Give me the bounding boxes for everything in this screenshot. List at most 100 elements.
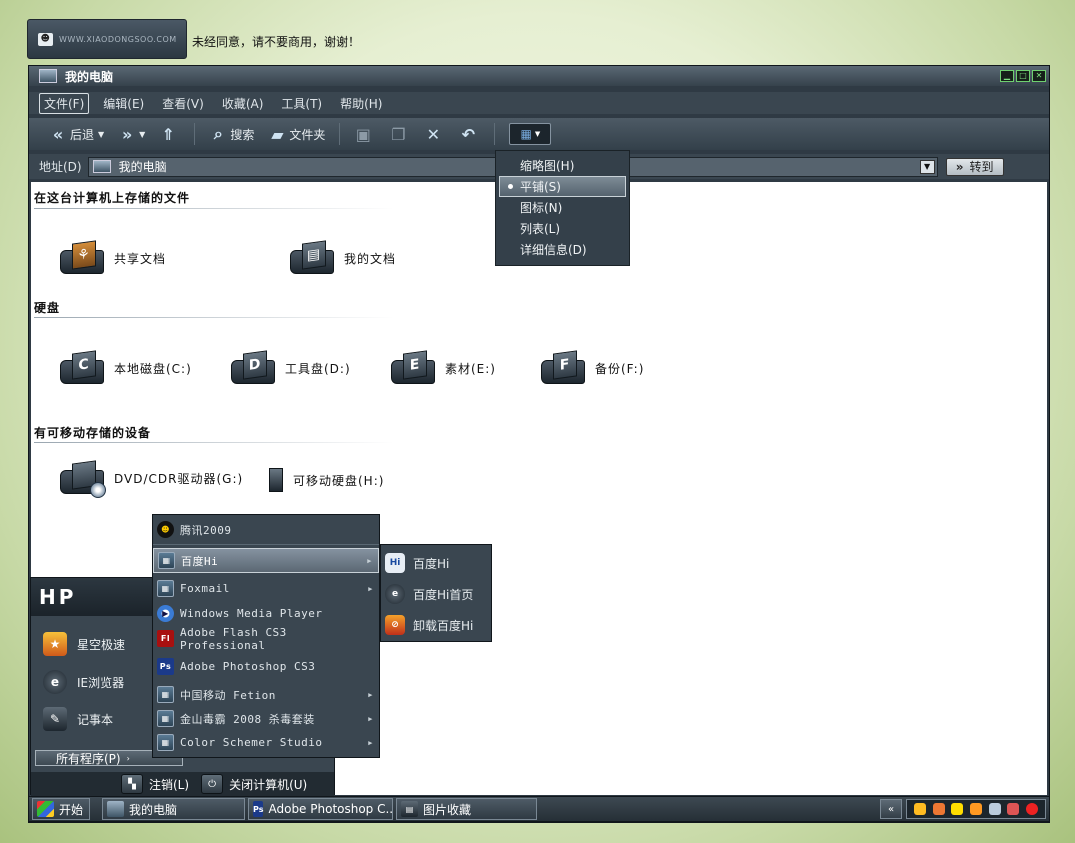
move-to-button[interactable]: ▣	[354, 125, 375, 144]
program-item-baidu-hi[interactable]: ▦ 百度Hi ▶	[153, 548, 379, 573]
antivirus-tray-icon[interactable]	[1025, 803, 1038, 815]
hard-disk-icon: F	[537, 348, 587, 388]
drive-c-item[interactable]: C 本地磁盘(C:)	[56, 348, 192, 388]
program-item-flash[interactable]: Fl Adobe Flash CS3 Professional	[153, 626, 379, 652]
program-item-kingsoft[interactable]: ▦ 金山毒霸 2008 杀毒套装 ▶	[153, 706, 379, 731]
submenu-arrow-icon: ▶	[368, 584, 373, 593]
drive-f-item[interactable]: F 备份(F:)	[537, 348, 644, 388]
menu-edit[interactable]: 编辑(E)	[99, 94, 148, 113]
logoff-button[interactable]: ▚ 注销(L)	[121, 774, 189, 794]
title-bar[interactable]: 我的电脑 ▁ □ ✕	[29, 66, 1049, 86]
all-programs-menu: ☻ 腾讯2009 ▦ 百度Hi ▶ ▦ Foxmail ▶ ▶ Windows …	[152, 514, 380, 758]
user-tray-icon[interactable]	[969, 803, 982, 815]
minimize-button[interactable]: ▁	[1000, 70, 1014, 82]
shutdown-button[interactable]: ⏻ 关闭计算机(U)	[201, 774, 307, 794]
menu-view[interactable]: 查看(V)	[158, 94, 208, 113]
window-title: 我的电脑	[65, 69, 114, 84]
ie-browser-icon: e	[385, 584, 405, 604]
close-button[interactable]: ✕	[1032, 70, 1046, 82]
submenu-item-baidu-hi-home[interactable]: e 百度Hi首页	[385, 579, 473, 609]
notepad-icon: ✎	[43, 707, 67, 731]
start-menu-footer: ▚ 注销(L) ⏻ 关闭计算机(U)	[31, 772, 334, 796]
program-item-photoshop[interactable]: Ps Adobe Photoshop CS3	[153, 654, 379, 679]
view-list-item[interactable]: 列表(L)	[496, 218, 629, 239]
section-divider	[34, 208, 394, 209]
program-item-color-schemer[interactable]: ▦ Color Schemer Studio ▶	[153, 730, 379, 755]
go-button[interactable]: » 转到	[945, 157, 1004, 176]
logoff-icon: ▚	[121, 774, 143, 794]
power-icon: ⏻	[201, 774, 224, 794]
network-dial-icon: ★	[43, 632, 67, 656]
start-item-xingkong[interactable]: ★ 星空极速	[43, 632, 125, 656]
submenu-item-baidu-hi[interactable]: Hi 百度Hi	[385, 548, 449, 578]
drive-e-item[interactable]: E 素材(E:)	[387, 348, 496, 388]
media-player-icon: ▶	[157, 605, 174, 622]
baidu-hi-submenu: Hi 百度Hi e 百度Hi首页 ⊘ 卸载百度Hi	[380, 544, 492, 642]
copy-icon: ❐	[391, 124, 406, 144]
up-arrow-icon: ⇑	[161, 124, 176, 144]
view-thumbnails-item[interactable]: 缩略图(H)	[496, 155, 629, 176]
messenger-tray-icon[interactable]	[932, 803, 945, 815]
submenu-arrow-icon: ▶	[368, 714, 373, 723]
address-dropdown-icon[interactable]: ▼	[919, 159, 935, 174]
address-label: 地址(D)	[39, 160, 82, 174]
menu-help[interactable]: 帮助(H)	[336, 94, 386, 113]
program-item-wmp[interactable]: ▶ Windows Media Player	[153, 601, 379, 626]
start-button[interactable]: 开始	[32, 798, 90, 820]
search-button[interactable]: ⌕ 搜索	[209, 124, 255, 143]
section-title-stored-files: 在这台计算机上存储的文件	[34, 191, 191, 205]
task-photoshop[interactable]: Ps Adobe Photoshop C...	[248, 798, 393, 820]
program-folder-icon: ▦	[158, 552, 175, 569]
smiley-logo-icon: ☻	[38, 32, 53, 46]
qq-penguin-icon: ☻	[157, 521, 174, 538]
folders-button[interactable]: ▰ 文件夹	[268, 125, 325, 144]
shared-documents-item[interactable]: ⚘ 共享文档	[56, 238, 166, 278]
view-details-item[interactable]: 详细信息(D)	[496, 239, 629, 260]
views-button[interactable]: ▦ ▼	[509, 123, 552, 145]
task-my-pictures[interactable]: ▤ 图片收藏	[396, 798, 537, 820]
photoshop-icon: Ps	[253, 801, 264, 817]
program-folder-icon: ▦	[157, 734, 174, 751]
copy-to-button[interactable]: ❐	[389, 124, 410, 144]
up-folder-button[interactable]: ⇑	[159, 124, 180, 144]
my-documents-icon: ▤	[286, 238, 336, 278]
dvd-drive-item[interactable]: DVD/CDR驱动器(G:)	[56, 458, 243, 498]
menu-file[interactable]: 文件(F)	[39, 92, 90, 114]
network-tray-icon[interactable]	[1007, 803, 1020, 815]
watermark-logo: ☻ WWW.XIAODONGSOO.COM	[27, 19, 187, 59]
forward-arrow-icon: »	[122, 124, 133, 144]
windows-logo-icon	[37, 801, 54, 817]
section-title-hard-disks: 硬盘	[34, 301, 61, 315]
program-item-qq[interactable]: ☻ 腾讯2009	[153, 517, 379, 542]
menu-tools[interactable]: 工具(T)	[277, 94, 326, 113]
removable-disk-item[interactable]: 可移动硬盘(H:)	[269, 468, 384, 492]
toolbar-separator	[339, 123, 341, 145]
pen-tray-icon[interactable]	[988, 803, 1001, 815]
view-icons-item[interactable]: 图标(N)	[496, 197, 629, 218]
view-tiles-item[interactable]: 平铺(S)	[499, 176, 626, 197]
warning-tray-icon[interactable]	[951, 803, 964, 815]
section-title-removable: 有可移动存储的设备	[34, 426, 152, 440]
menu-favorites[interactable]: 收藏(A)	[218, 94, 268, 113]
forward-button[interactable]: » ▼	[118, 124, 145, 144]
picture-folder-icon: ▤	[401, 801, 418, 817]
undo-button[interactable]: ↶	[459, 125, 480, 144]
hard-disk-icon: E	[387, 348, 437, 388]
submenu-item-uninstall-baidu-hi[interactable]: ⊘ 卸载百度Hi	[385, 610, 473, 640]
watermark-site: WWW.XIAODONGSOO.COM	[59, 34, 177, 44]
start-item-ie[interactable]: e IE浏览器	[43, 670, 124, 694]
photoshop-icon: Ps	[157, 658, 174, 675]
drive-d-item[interactable]: D 工具盘(D:)	[227, 348, 351, 388]
program-item-fetion[interactable]: ▦ 中国移动 Fetion ▶	[153, 682, 379, 707]
my-documents-item[interactable]: ▤ 我的文档	[286, 238, 396, 278]
maximize-button[interactable]: □	[1016, 70, 1030, 82]
start-item-notepad[interactable]: ✎ 记事本	[43, 707, 113, 731]
task-my-computer[interactable]: 我的电脑	[102, 798, 245, 820]
delete-button[interactable]: ✕	[424, 125, 445, 144]
computer-icon	[107, 801, 124, 817]
back-button[interactable]: « 后退 ▼	[49, 125, 104, 144]
program-item-foxmail[interactable]: ▦ Foxmail ▶	[153, 576, 379, 601]
chevron-down-icon: ▼	[534, 130, 541, 138]
tray-expand-button[interactable]: «	[880, 799, 902, 819]
qq-tray-icon[interactable]	[914, 803, 927, 815]
